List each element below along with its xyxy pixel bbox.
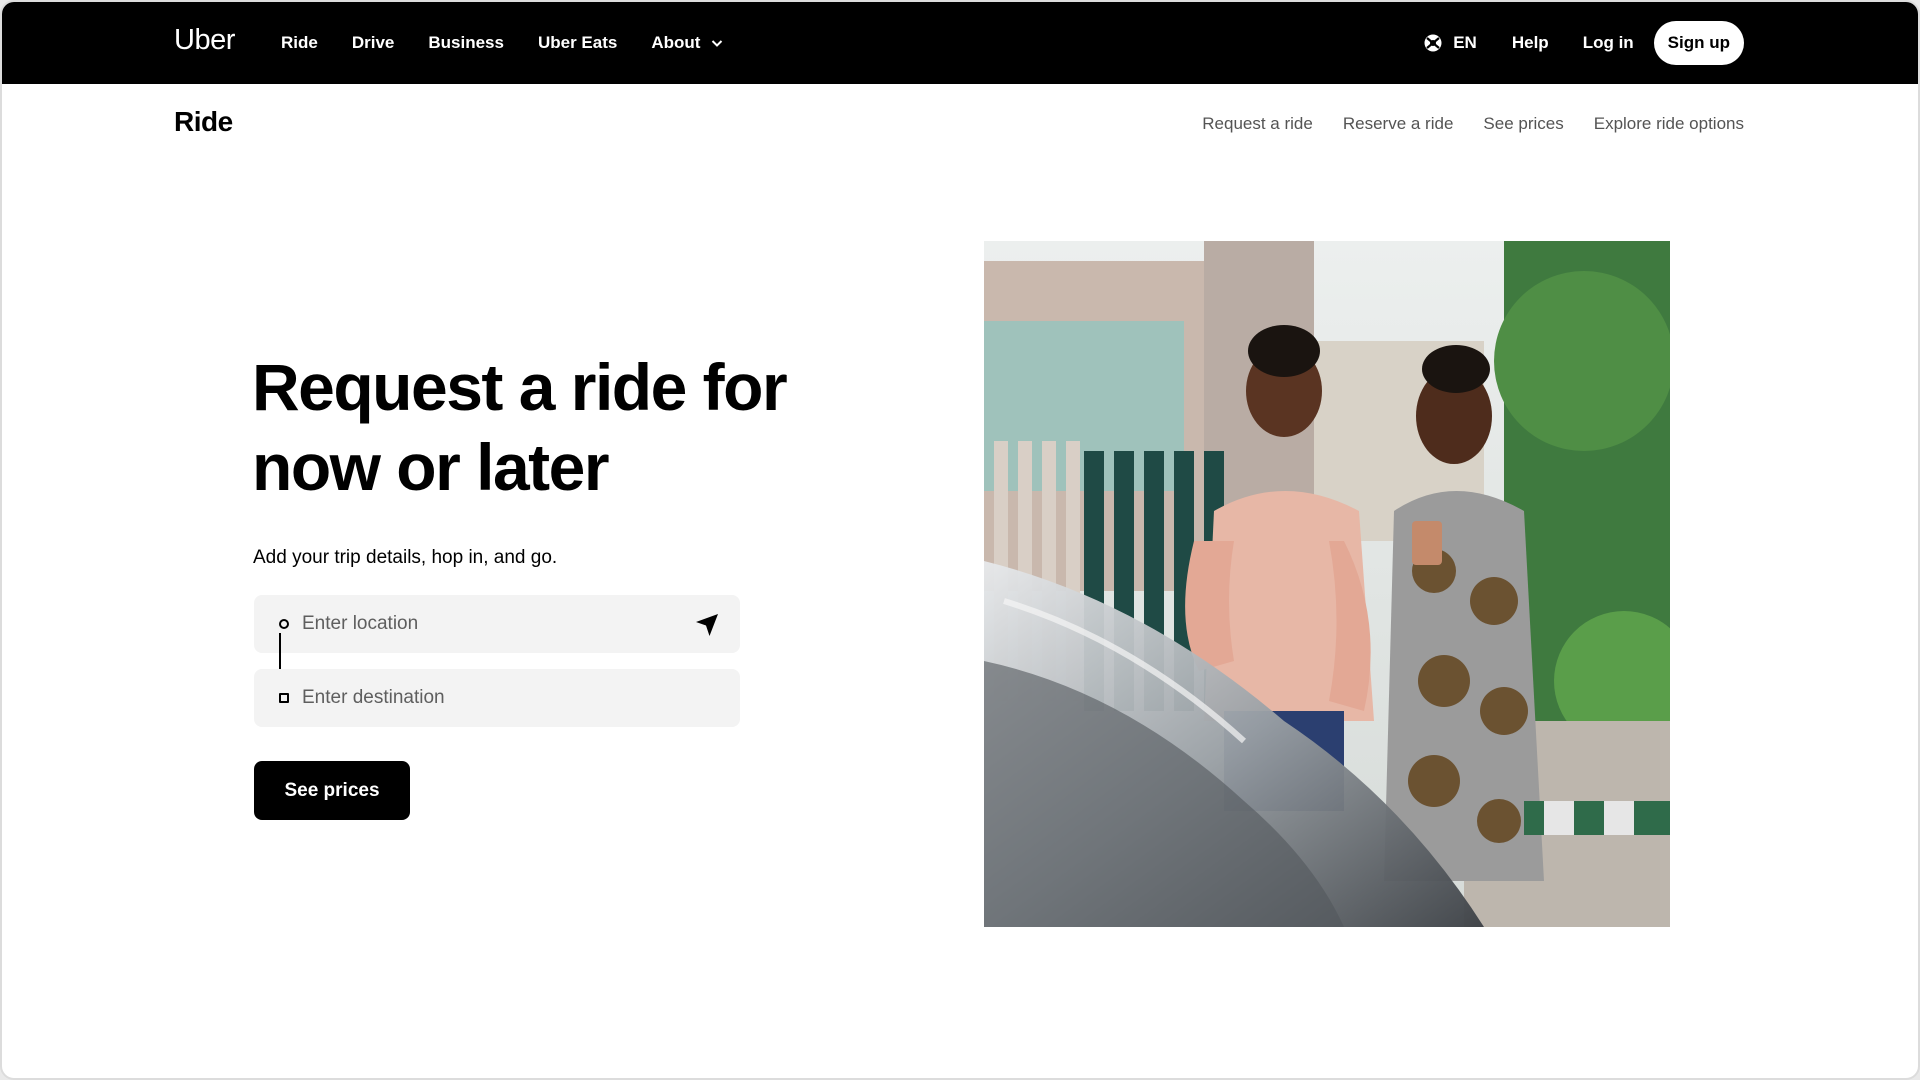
help-link[interactable]: Help (1512, 33, 1549, 53)
nav-drive[interactable]: Drive (352, 33, 395, 53)
subnav-reserve-ride[interactable]: Reserve a ride (1343, 114, 1454, 134)
signup-button[interactable]: Sign up (1653, 21, 1744, 65)
hero-heading-line2: now or later (252, 430, 610, 504)
destination-input[interactable] (302, 669, 682, 727)
language-selector[interactable]: EN (1423, 33, 1477, 53)
browser-viewport: Uber Ride Drive Business Uber Eats About… (0, 0, 1920, 1080)
ride-subnav: Ride Request a ride Reserve a ride See p… (2, 84, 1918, 164)
pickup-dot-icon (279, 619, 289, 629)
see-prices-button[interactable]: See prices (254, 761, 410, 820)
navigation-arrow-icon[interactable] (694, 612, 720, 638)
hero-photo-illustration (984, 241, 1670, 927)
destination-field (254, 669, 740, 727)
hero-heading-line1: Request a ride for (252, 350, 788, 424)
subnav-see-prices[interactable]: See prices (1483, 114, 1563, 134)
top-navigation-bar: Uber Ride Drive Business Uber Eats About… (2, 2, 1918, 84)
subnav-request-ride[interactable]: Request a ride (1202, 114, 1313, 134)
hero-photo (984, 241, 1670, 927)
hero-subtitle: Add your trip details, hop in, and go. (253, 547, 558, 568)
nav-about-label: About (651, 33, 701, 52)
page-title: Ride (174, 106, 233, 137)
nav-ride[interactable]: Ride (281, 33, 318, 53)
subnav-explore-options[interactable]: Explore ride options (1594, 114, 1744, 134)
hero-heading: Request a ride for now or later (252, 347, 812, 507)
nav-business[interactable]: Business (428, 33, 504, 53)
account-nav: EN Help Log in Sign up (1423, 2, 1744, 84)
nav-uber-eats[interactable]: Uber Eats (538, 33, 617, 53)
subnav-links: Request a ride Reserve a ride See prices… (1172, 84, 1744, 164)
primary-nav: Ride Drive Business Uber Eats About (281, 2, 758, 84)
language-label: EN (1453, 33, 1477, 52)
location-input[interactable] (302, 595, 682, 653)
chevron-down-icon (712, 40, 723, 47)
location-field (254, 595, 740, 653)
globe-icon (1424, 34, 1442, 52)
uber-logo[interactable]: Uber (174, 24, 235, 57)
dropoff-square-icon (279, 693, 289, 703)
nav-about-dropdown[interactable]: About (651, 33, 724, 53)
login-link[interactable]: Log in (1583, 33, 1634, 53)
